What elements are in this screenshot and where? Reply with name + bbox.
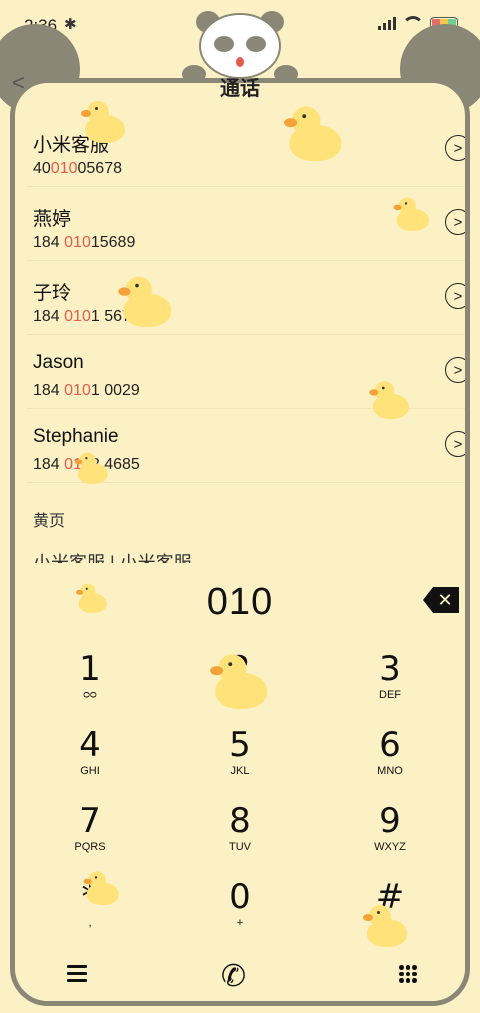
contact-name: Jason xyxy=(33,352,84,373)
page-title: 通话 xyxy=(220,78,260,100)
yellow-pages-item[interactable]: 小米客服 | 小米客服 xyxy=(33,549,192,563)
key-8[interactable]: 8 TUV xyxy=(165,803,315,879)
contact-name: Stephanie xyxy=(33,426,119,447)
main-frame: 小米客服 4001005678 > 燕婷 184 01015689 > 子玲 1… xyxy=(10,78,470,1006)
duck-decoration-icon xyxy=(74,452,110,486)
dialer-bottom-bar: ✆ xyxy=(15,953,465,1001)
duck-decoration-icon xyxy=(393,197,431,232)
contact-name: 燕婷 xyxy=(33,209,72,230)
voicemail-icon: ᴑᴑ xyxy=(83,689,97,701)
contact-number: 4001005678 xyxy=(33,160,122,177)
duck-decoration-icon xyxy=(118,276,173,330)
key-6[interactable]: 6 MNO xyxy=(315,727,465,803)
duck-decoration-icon xyxy=(284,106,344,163)
contact-list: 小米客服 4001005678 > 燕婷 184 01015689 > 子玲 1… xyxy=(27,113,465,483)
contact-name: 子玲 xyxy=(33,283,72,304)
bluetooth-icon: ✱ xyxy=(64,16,77,33)
key-9[interactable]: 9 WXYZ xyxy=(315,803,465,879)
key-1[interactable]: 1 ᴑᴑ xyxy=(15,651,165,727)
contact-detail-arrow-icon[interactable]: > xyxy=(445,357,465,383)
menu-icon[interactable] xyxy=(67,965,87,982)
contact-detail-arrow-icon[interactable]: > xyxy=(445,135,465,161)
contact-number: 184 0101 0029 xyxy=(33,382,140,399)
contact-row[interactable]: 子玲 184 0101 5678 > xyxy=(27,261,465,335)
duck-decoration-icon xyxy=(369,381,410,421)
contact-detail-arrow-icon[interactable]: > xyxy=(445,431,465,457)
contact-detail-arrow-icon[interactable]: > xyxy=(445,283,465,309)
key-4[interactable]: 4 GHI xyxy=(15,727,165,803)
duck-decoration-icon xyxy=(75,583,108,615)
dialpad-toggle-icon[interactable] xyxy=(399,965,417,983)
yellow-pages-header: 黄页 xyxy=(33,513,66,530)
duck-decoration-icon xyxy=(363,905,409,949)
wifi-icon xyxy=(404,16,422,30)
call-phone-icon[interactable]: ✆ xyxy=(221,959,246,994)
key-0[interactable]: 0 + xyxy=(165,879,315,955)
signal-icon xyxy=(378,16,396,30)
key-5[interactable]: 5 JKL xyxy=(165,727,315,803)
duck-decoration-icon xyxy=(210,654,270,711)
duck-decoration-icon xyxy=(81,101,127,145)
key-3[interactable]: 3 DEF xyxy=(315,651,465,727)
contact-detail-arrow-icon[interactable]: > xyxy=(445,209,465,235)
key-7[interactable]: 7 PQRS xyxy=(15,803,165,879)
duck-decoration-icon xyxy=(83,871,121,906)
contact-number: 184 01015689 xyxy=(33,234,136,251)
